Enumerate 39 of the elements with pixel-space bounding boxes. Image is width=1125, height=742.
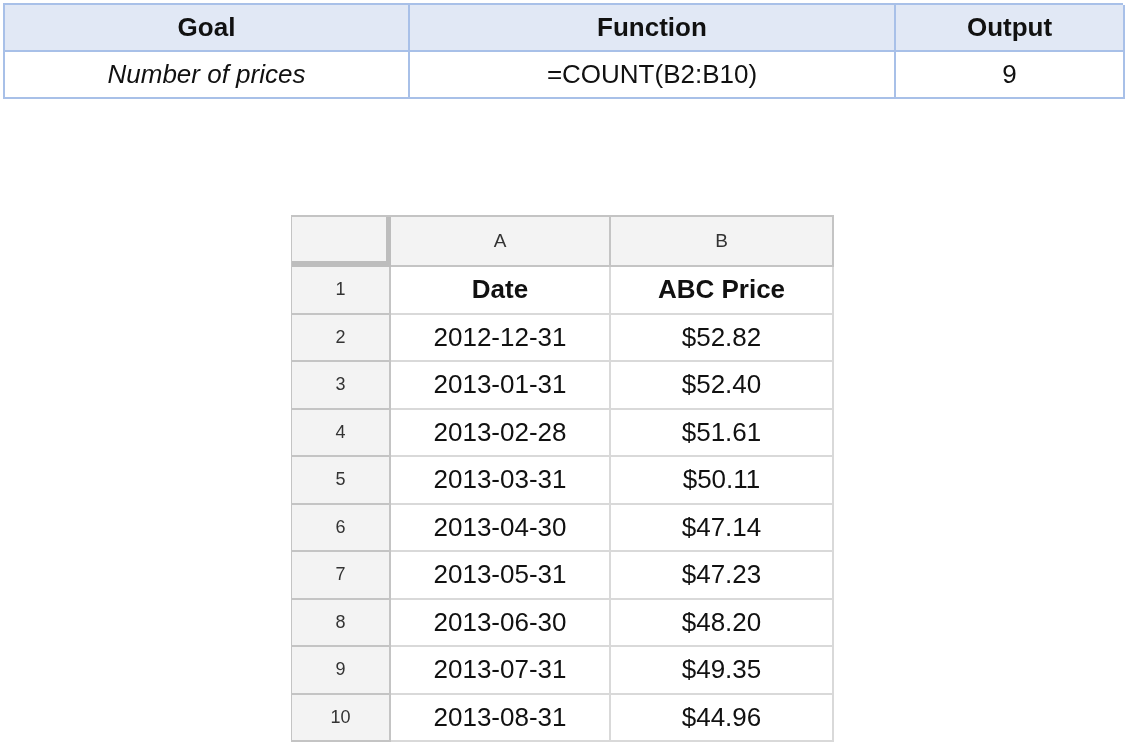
spreadsheet-cell[interactable]: $52.40 <box>611 362 834 410</box>
spreadsheet-cell[interactable]: $44.96 <box>611 694 834 742</box>
row-number[interactable]: 7 <box>292 552 391 600</box>
row-number[interactable]: 10 <box>292 694 391 742</box>
spreadsheet-cell[interactable]: 2013-04-30 <box>391 504 611 552</box>
row-number[interactable]: 6 <box>292 504 391 552</box>
spreadsheet-cell[interactable]: 2013-06-30 <box>391 599 611 647</box>
spreadsheet-cell[interactable]: 2013-03-31 <box>391 457 611 505</box>
column-header: Goal <box>5 5 410 52</box>
row-number[interactable]: 8 <box>292 599 391 647</box>
spreadsheet-cell[interactable]: 2013-01-31 <box>391 362 611 410</box>
table-cell: Number of prices <box>5 52 410 99</box>
row-number[interactable]: 4 <box>292 409 391 457</box>
column-header[interactable]: B <box>611 217 834 267</box>
column-header: Output <box>896 5 1125 52</box>
table-cell: 9 <box>896 52 1125 99</box>
spreadsheet-cell[interactable]: $50.11 <box>611 457 834 505</box>
spreadsheet-cell[interactable]: $47.23 <box>611 552 834 600</box>
spreadsheet-cell[interactable]: 2013-02-28 <box>391 409 611 457</box>
spreadsheet-cell[interactable]: ABC Price <box>611 267 834 315</box>
spreadsheet-cell[interactable]: $51.61 <box>611 409 834 457</box>
select-all-corner[interactable] <box>292 217 391 267</box>
row-number[interactable]: 3 <box>292 362 391 410</box>
row-number[interactable]: 9 <box>292 647 391 695</box>
spreadsheet-cell[interactable]: 2012-12-31 <box>391 314 611 362</box>
spreadsheet-cell[interactable]: 2013-08-31 <box>391 694 611 742</box>
table-cell: =COUNT(B2:B10) <box>410 52 896 99</box>
spreadsheet-cell[interactable]: 2013-05-31 <box>391 552 611 600</box>
column-header: Function <box>410 5 896 52</box>
spreadsheet-cell[interactable]: Date <box>391 267 611 315</box>
column-header[interactable]: A <box>391 217 611 267</box>
row-number[interactable]: 2 <box>292 314 391 362</box>
spreadsheet-cell[interactable]: $49.35 <box>611 647 834 695</box>
spreadsheet-cell[interactable]: $48.20 <box>611 599 834 647</box>
spreadsheet-cell[interactable]: 2013-07-31 <box>391 647 611 695</box>
row-number[interactable]: 5 <box>292 457 391 505</box>
row-number[interactable]: 1 <box>292 267 391 315</box>
spreadsheet-cell[interactable]: $52.82 <box>611 314 834 362</box>
spreadsheet-cell[interactable]: $47.14 <box>611 504 834 552</box>
